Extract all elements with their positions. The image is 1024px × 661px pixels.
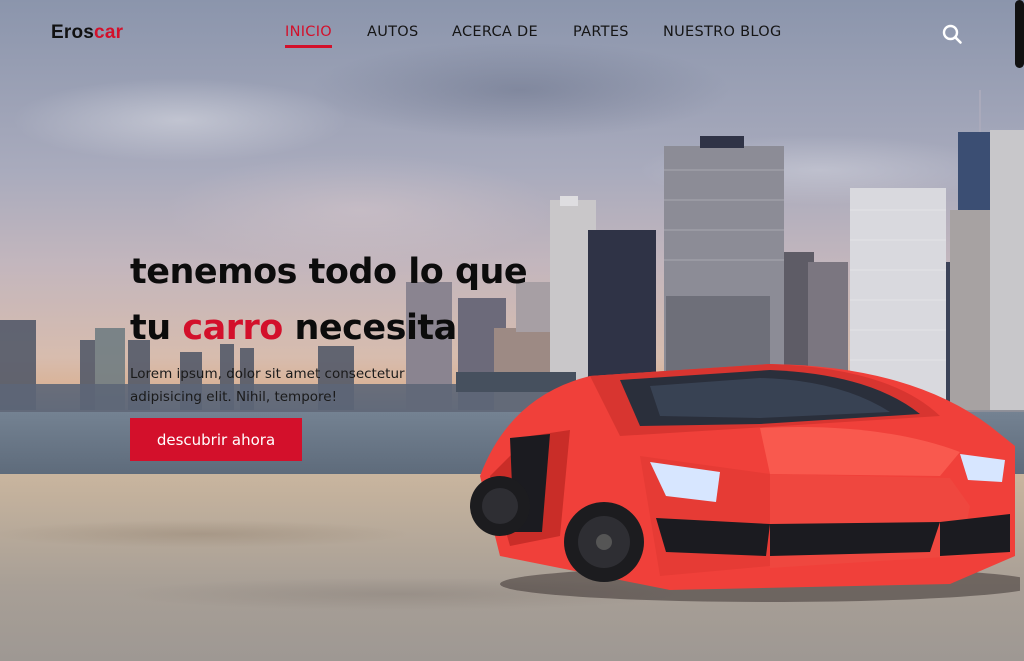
nav-item-acerca-de[interactable]: ACERCA DE <box>452 24 538 40</box>
nav-item-autos[interactable]: AUTOS <box>367 24 419 40</box>
search-icon <box>942 24 962 44</box>
main-nav: INICIO AUTOS ACERCA DE PARTES NUESTRO BL… <box>0 24 1024 48</box>
hero-headline: tenemos todo lo que tu carro necesita <box>130 244 528 356</box>
headline-line2-suffix: necesita <box>282 308 457 348</box>
headline-line2-prefix: tu <box>130 308 183 348</box>
nav-item-nuestro-blog[interactable]: NUESTRO BLOG <box>663 24 782 40</box>
nav-item-inicio[interactable]: INICIO <box>285 24 333 48</box>
red-sports-car-image <box>470 364 1020 602</box>
search-button[interactable] <box>940 22 964 46</box>
scrollbar-thumb[interactable] <box>1015 0 1024 68</box>
nav-item-partes[interactable]: PARTES <box>573 24 629 40</box>
discover-now-button[interactable]: descubrir ahora <box>130 418 302 461</box>
headline-line1: tenemos todo lo que <box>130 252 528 292</box>
hero-description: Lorem ipsum, dolor sit amet consectetur … <box>130 366 405 405</box>
headline-highlight: carro <box>182 308 283 348</box>
